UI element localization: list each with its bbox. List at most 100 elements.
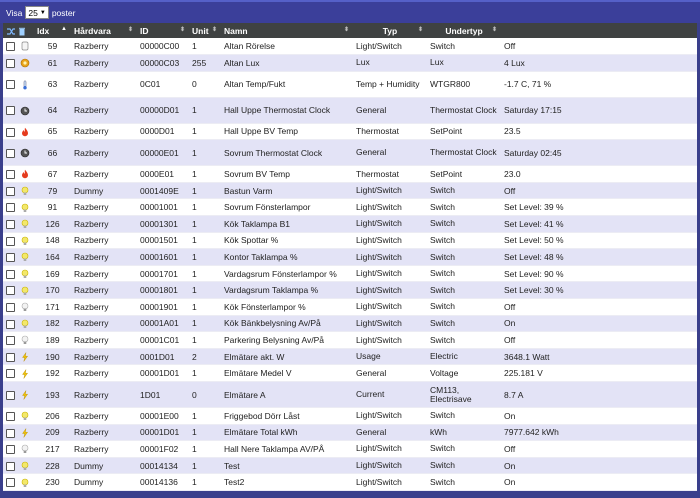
row-checkbox[interactable] bbox=[6, 80, 15, 90]
row-checkbox[interactable] bbox=[6, 286, 15, 296]
row-checkbox-cell[interactable] bbox=[3, 198, 17, 217]
col-hardware[interactable]: Hårdvara ⬍ bbox=[71, 23, 137, 38]
row-checkbox-cell[interactable] bbox=[3, 381, 17, 408]
table-row[interactable]: 206 Razberry 00001E00 1 Friggebod Dörr Låst L… bbox=[3, 407, 697, 425]
row-checkbox-cell[interactable] bbox=[3, 215, 17, 233]
row-checkbox[interactable] bbox=[6, 390, 15, 400]
row-checkbox-cell[interactable] bbox=[3, 298, 17, 316]
subtype-cell: SetPoint bbox=[427, 165, 501, 183]
row-checkbox[interactable] bbox=[6, 478, 15, 488]
row-checkbox-cell[interactable] bbox=[3, 97, 17, 124]
table-row[interactable]: 217 Razberry 00001F02 1 Hall Nere Taklampa A… bbox=[3, 440, 697, 458]
table-row[interactable]: 148 Razberry 00001501 1 Kök Spottar % Light/S… bbox=[3, 232, 697, 250]
idx-cell: 66 bbox=[34, 139, 71, 167]
row-checkbox[interactable] bbox=[6, 203, 15, 213]
row-checkbox[interactable] bbox=[6, 42, 15, 52]
col-name[interactable]: Namn ⬍ bbox=[221, 23, 353, 38]
data-cell: Set Level: 39 % bbox=[501, 198, 697, 217]
row-checkbox-cell[interactable] bbox=[3, 281, 17, 300]
row-checkbox[interactable] bbox=[6, 59, 15, 69]
row-checkbox[interactable] bbox=[6, 148, 15, 158]
row-checkbox[interactable] bbox=[6, 352, 15, 362]
table-row[interactable]: 59 Razberry 00000C00 1 Altan Rörelse Light/Sw… bbox=[3, 38, 697, 56]
col-unit[interactable]: Unit ⬍ bbox=[189, 23, 221, 38]
row-checkbox-cell[interactable] bbox=[3, 54, 17, 72]
table-row[interactable]: 63 Razberry 0C01 0 Altan Temp/Fukt Temp + Hum… bbox=[3, 71, 697, 98]
row-checkbox-cell[interactable] bbox=[3, 123, 17, 141]
table-row[interactable]: 228 Dummy 00014134 1 Test Light/Switch Switch O… bbox=[3, 457, 697, 475]
row-checkbox-cell[interactable] bbox=[3, 364, 17, 382]
table-row[interactable]: 182 Razberry 00001A01 1 Kök Bänkbelysning Av… bbox=[3, 315, 697, 333]
row-checkbox-cell[interactable] bbox=[3, 38, 17, 56]
row-checkbox[interactable] bbox=[6, 269, 15, 279]
table-row[interactable]: 170 Razberry 00001801 1 Vardagsrum Taklampa … bbox=[3, 281, 697, 300]
table-row[interactable]: 67 Razberry 0000E01 1 Sovrum BV Temp Thermost… bbox=[3, 165, 697, 183]
bin-icon[interactable] bbox=[18, 27, 26, 36]
row-checkbox[interactable] bbox=[6, 127, 15, 137]
table-row[interactable]: 164 Razberry 00001601 1 Kontor Taklampa % Lig… bbox=[3, 248, 697, 266]
row-checkbox-cell[interactable] bbox=[3, 440, 17, 458]
row-checkbox-cell[interactable] bbox=[3, 182, 17, 200]
row-checkbox-cell[interactable] bbox=[3, 265, 17, 283]
row-checkbox[interactable] bbox=[6, 302, 15, 312]
type-cell: Light/Switch bbox=[353, 407, 427, 425]
table-row[interactable]: 64 Razberry 00000D01 1 Hall Uppe Thermostat … bbox=[3, 97, 697, 124]
table-row[interactable]: 193 Razberry 1D01 0 Elmätare A Current CM113, … bbox=[3, 381, 697, 408]
idx-cell: 59 bbox=[34, 38, 71, 56]
table-row[interactable]: 66 Razberry 00000E01 1 Sovrum Thermostat Clo… bbox=[3, 139, 697, 167]
row-checkbox[interactable] bbox=[6, 186, 15, 196]
row-checkbox-cell[interactable] bbox=[3, 424, 17, 442]
row-checkbox-cell[interactable] bbox=[3, 457, 17, 475]
table-row[interactable]: 230 Dummy 00014136 1 Test2 Light/Switch Switch… bbox=[3, 473, 697, 491]
bulb-icon bbox=[20, 286, 30, 296]
row-checkbox-cell[interactable] bbox=[3, 165, 17, 183]
row-checkbox[interactable] bbox=[6, 336, 15, 346]
row-checkbox[interactable] bbox=[6, 369, 15, 379]
page-size-select[interactable]: 25 ▼ bbox=[25, 6, 49, 19]
clock-icon bbox=[20, 106, 30, 116]
row-checkbox-cell[interactable] bbox=[3, 331, 17, 349]
row-checkbox[interactable] bbox=[6, 219, 15, 229]
id-cell: 0000E01 bbox=[137, 165, 189, 183]
table-row[interactable]: 169 Razberry 00001701 1 Vardagsrum Fönsterla… bbox=[3, 265, 697, 283]
bulb-icon bbox=[20, 461, 30, 471]
row-checkbox[interactable] bbox=[6, 170, 15, 180]
name-cell: Elmätare Medel V bbox=[221, 364, 353, 382]
row-checkbox-cell[interactable] bbox=[3, 407, 17, 425]
row-checkbox[interactable] bbox=[6, 461, 15, 471]
row-checkbox-cell[interactable] bbox=[3, 139, 17, 167]
row-checkbox[interactable] bbox=[6, 428, 15, 438]
row-checkbox[interactable] bbox=[6, 106, 15, 116]
table-row[interactable]: 91 Razberry 00001001 1 Sovrum Fönsterlampor L… bbox=[3, 198, 697, 217]
table-row[interactable]: 192 Razberry 00001D01 1 Elmätare Medel V Gene… bbox=[3, 364, 697, 382]
col-subtype[interactable]: Undertyp ⬍ bbox=[427, 23, 501, 38]
row-checkbox-cell[interactable] bbox=[3, 71, 17, 98]
table-row[interactable]: 61 Razberry 00000C03 255 Altan Lux Lux Lux 4 Lu… bbox=[3, 54, 697, 72]
table-row[interactable]: 79 Dummy 0001409E 1 Bastun Varm Light/Switch S… bbox=[3, 182, 697, 200]
col-idx[interactable]: Idx ▲ bbox=[34, 23, 71, 38]
row-checkbox[interactable] bbox=[6, 236, 15, 246]
bulb-icon bbox=[20, 219, 30, 229]
row-checkbox-cell[interactable] bbox=[3, 248, 17, 266]
row-checkbox[interactable] bbox=[6, 319, 15, 329]
row-checkbox[interactable] bbox=[6, 253, 15, 263]
type-cell: Light/Switch bbox=[353, 331, 427, 349]
table-row[interactable]: 171 Razberry 00001901 1 Kök Fönsterlampor % L… bbox=[3, 298, 697, 316]
hardware-cell: Razberry bbox=[71, 440, 137, 458]
row-checkbox-cell[interactable] bbox=[3, 473, 17, 491]
name-cell: Altan Temp/Fukt bbox=[221, 71, 353, 98]
row-checkbox-cell[interactable] bbox=[3, 348, 17, 366]
row-checkbox[interactable] bbox=[6, 445, 15, 455]
col-type[interactable]: Typ ⬍ bbox=[353, 23, 427, 38]
table-row[interactable]: 209 Razberry 00001D01 1 Elmätare Total kWh Ge… bbox=[3, 424, 697, 442]
col-id[interactable]: ID ⬍ bbox=[137, 23, 189, 38]
table-row[interactable]: 190 Razberry 0001D01 2 Elmätare akt. W Usage E… bbox=[3, 348, 697, 366]
table-row[interactable]: 189 Razberry 00001C01 1 Parkering Belysning … bbox=[3, 331, 697, 349]
table-row[interactable]: 65 Razberry 0000D01 1 Hall Uppe BV Temp Therm… bbox=[3, 123, 697, 141]
select-all-header[interactable] bbox=[3, 23, 34, 38]
row-checkbox-cell[interactable] bbox=[3, 315, 17, 333]
shuffle-icon[interactable] bbox=[6, 27, 16, 36]
table-row[interactable]: 126 Razberry 00001301 1 Kök Taklampa B1 Light… bbox=[3, 215, 697, 233]
row-checkbox-cell[interactable] bbox=[3, 232, 17, 250]
row-checkbox[interactable] bbox=[6, 411, 15, 421]
